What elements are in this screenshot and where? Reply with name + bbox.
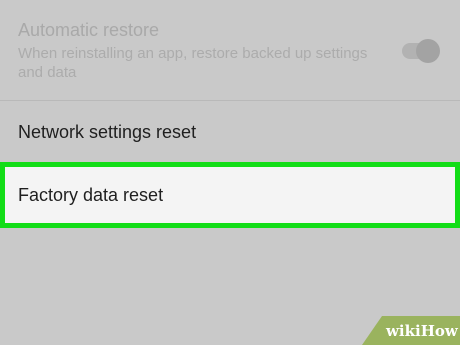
automatic-restore-description: When reinstalling an app, restore backed…: [18, 45, 368, 81]
automatic-restore-title: Automatic restore: [18, 20, 160, 40]
factory-data-reset-label: Factory data reset: [18, 185, 164, 205]
wikihow-watermark: wikiHow: [362, 316, 460, 345]
automatic-restore-toggle[interactable]: [400, 36, 440, 66]
factory-data-reset-row[interactable]: Factory data reset: [0, 162, 460, 228]
toggle-thumb: [416, 39, 440, 63]
network-settings-reset-label: Network settings reset: [18, 122, 197, 142]
network-settings-reset-row[interactable]: Network settings reset: [0, 101, 460, 163]
automatic-restore-row: Automatic restore When reinstalling an a…: [0, 0, 460, 100]
wikihow-logo-text: wikiHow: [386, 322, 458, 340]
